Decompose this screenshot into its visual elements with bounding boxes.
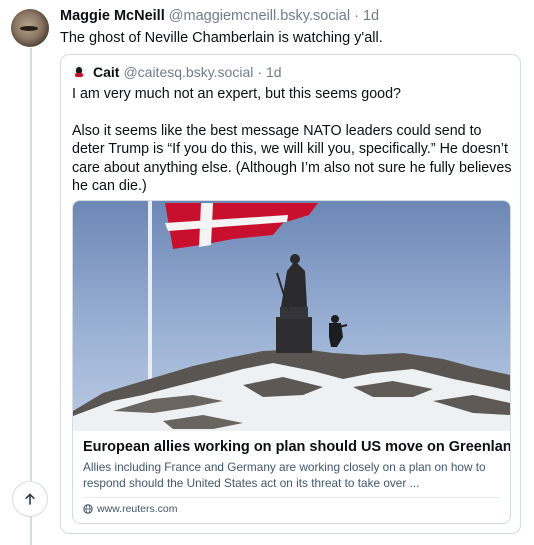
- quote-paragraph: I am very much not an expert, but this s…: [72, 86, 401, 102]
- photo-flag-statue-icon: [73, 201, 510, 431]
- post-time[interactable]: 1d: [363, 8, 379, 24]
- separator-dot: ·: [257, 64, 263, 80]
- link-card-description: Allies including France and Germany are …: [83, 460, 486, 490]
- quoted-post[interactable]: Cait @caitesq.bsky.social · 1d I am very…: [60, 54, 521, 534]
- quote-avatar[interactable]: [72, 65, 86, 79]
- post-text: The ghost of Neville Chamberlain is watc…: [60, 30, 383, 46]
- quote-header: Cait @caitesq.bsky.social · 1d: [72, 64, 282, 80]
- quote-time[interactable]: 1d: [266, 64, 282, 80]
- author-handle[interactable]: @maggiemcneill.bsky.social: [169, 8, 350, 24]
- avatar[interactable]: [11, 9, 49, 47]
- link-card-domain: www.reuters.com: [83, 503, 178, 515]
- link-card-domain-text: www.reuters.com: [97, 503, 178, 515]
- quote-author-handle[interactable]: @caitesq.bsky.social: [123, 64, 253, 80]
- author-name[interactable]: Maggie McNeill: [60, 8, 165, 24]
- link-card[interactable]: European allies working on plan should U…: [72, 200, 511, 524]
- arrow-up-icon: [25, 493, 35, 505]
- divider: [83, 497, 500, 498]
- thread-line: [30, 48, 32, 545]
- link-card-title[interactable]: European allies working on plan should U…: [83, 439, 510, 455]
- globe-icon: [83, 504, 93, 514]
- quote-text: I am very much not an expert, but this s…: [72, 85, 512, 196]
- separator-dot: ·: [354, 8, 359, 24]
- post-header: Maggie McNeill @maggiemcneill.bsky.socia…: [60, 8, 379, 24]
- quote-paragraph: Also it seems like the best message NATO…: [72, 122, 512, 195]
- scroll-to-top-button[interactable]: [12, 481, 48, 517]
- quote-author-name[interactable]: Cait: [93, 64, 119, 80]
